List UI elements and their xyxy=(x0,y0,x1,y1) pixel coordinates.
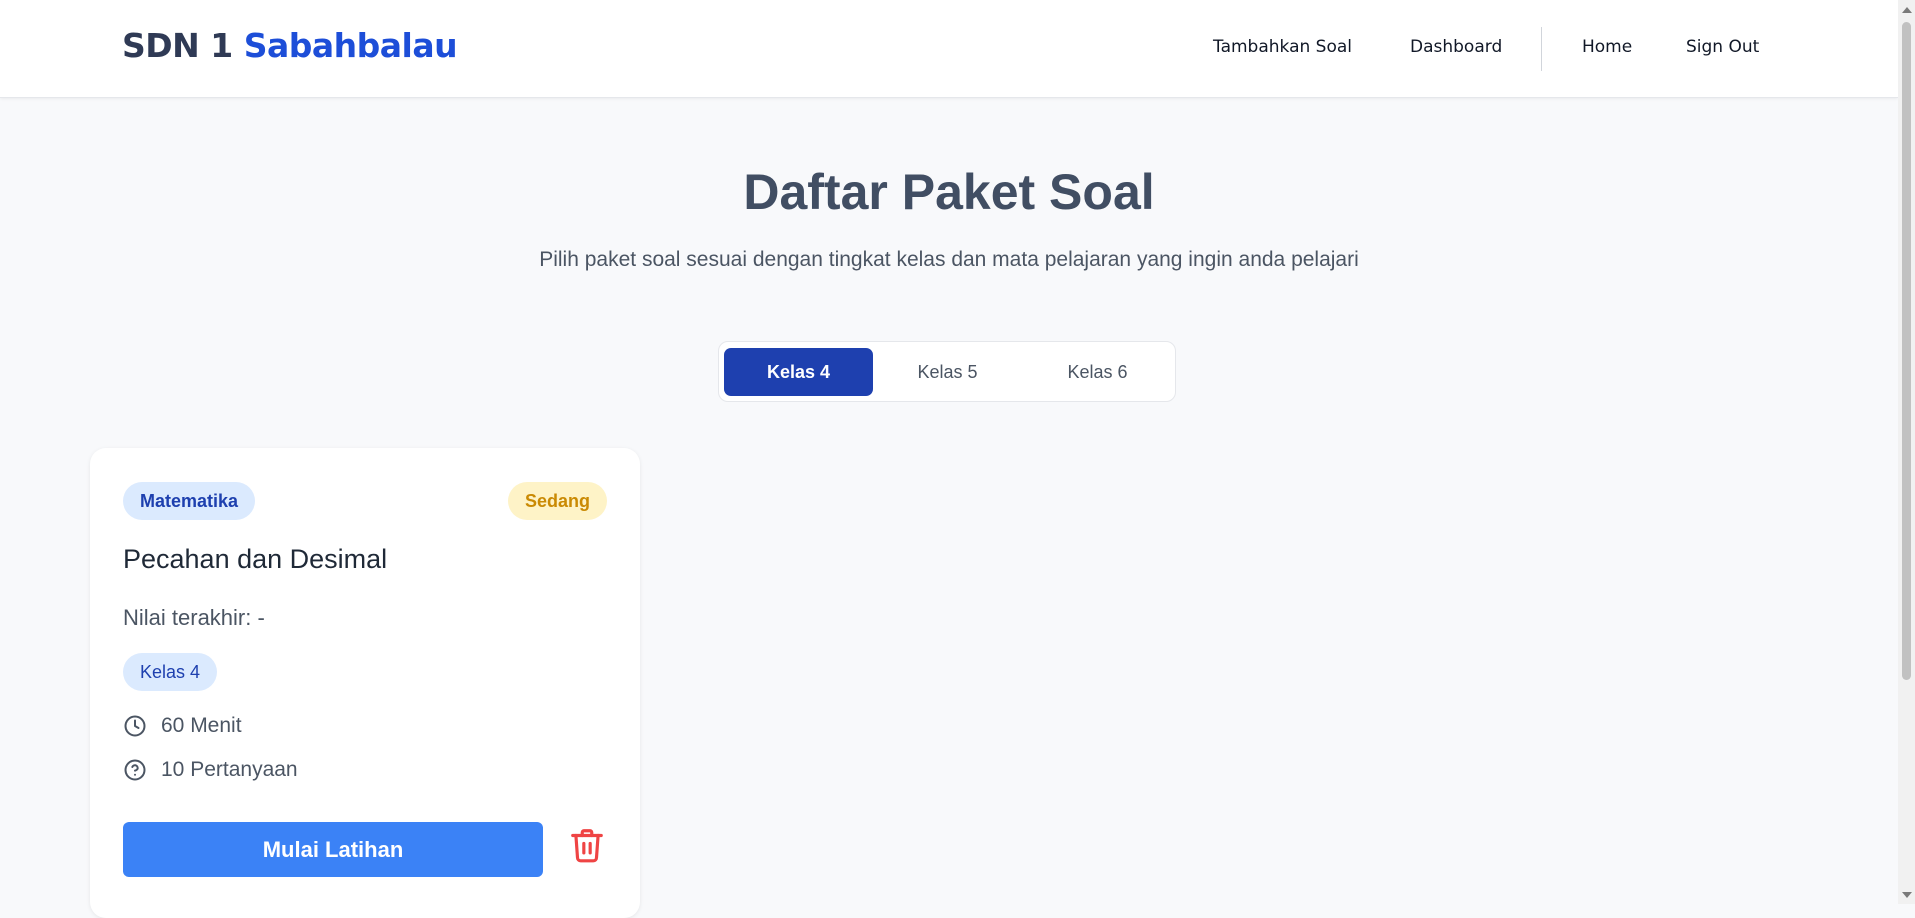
nav-sign-out[interactable]: Sign Out xyxy=(1686,37,1759,57)
page-scrollbar[interactable] xyxy=(1898,0,1915,904)
page-subtitle: Pilih paket soal sesuai dengan tingkat k… xyxy=(539,248,1359,271)
tab-kelas-6[interactable]: Kelas 6 xyxy=(1023,348,1172,396)
scrollbar-thumb[interactable] xyxy=(1902,22,1911,680)
tab-kelas-5[interactable]: Kelas 5 xyxy=(873,348,1022,396)
quiz-title: Pecahan dan Desimal xyxy=(123,544,388,574)
brand-school-name: Sabahbalau xyxy=(243,26,458,65)
question-circle-icon xyxy=(124,759,146,781)
nav-dashboard[interactable]: Dashboard xyxy=(1410,37,1502,57)
scroll-up-arrow-icon[interactable] xyxy=(1902,7,1912,13)
nav-home[interactable]: Home xyxy=(1582,37,1632,57)
questions-text: 10 Pertanyaan xyxy=(161,758,298,781)
quiz-card: Matematika Sedang Pecahan dan Desimal Ni… xyxy=(90,448,640,918)
top-navbar: SDN 1 Sabahbalau Tambahkan Soal Dashboar… xyxy=(0,0,1898,98)
class-badge: Kelas 4 xyxy=(123,653,218,691)
difficulty-badge: Sedang xyxy=(507,482,607,520)
start-practice-button[interactable]: Mulai Latihan xyxy=(123,822,543,877)
questions-row: 10 Pertanyaan xyxy=(123,758,298,782)
duration-text: 60 Menit xyxy=(161,714,242,737)
brand-school-prefix: SDN 1 xyxy=(122,26,233,65)
brand-logo[interactable]: SDN 1 Sabahbalau xyxy=(122,26,458,65)
trash-icon[interactable] xyxy=(568,825,606,865)
clock-icon xyxy=(124,715,146,737)
scroll-down-arrow-icon[interactable] xyxy=(1902,892,1912,898)
class-tabs: Kelas 4 Kelas 5 Kelas 6 xyxy=(718,341,1176,402)
nav-divider xyxy=(1541,27,1542,71)
last-score: Nilai terakhir: - xyxy=(123,605,265,630)
duration-row: 60 Menit xyxy=(123,714,242,738)
nav-tambahkan-soal[interactable]: Tambahkan Soal xyxy=(1213,37,1352,57)
tab-kelas-4[interactable]: Kelas 4 xyxy=(724,348,873,396)
page-title: Daftar Paket Soal xyxy=(743,164,1155,220)
subject-badge: Matematika xyxy=(123,482,256,520)
